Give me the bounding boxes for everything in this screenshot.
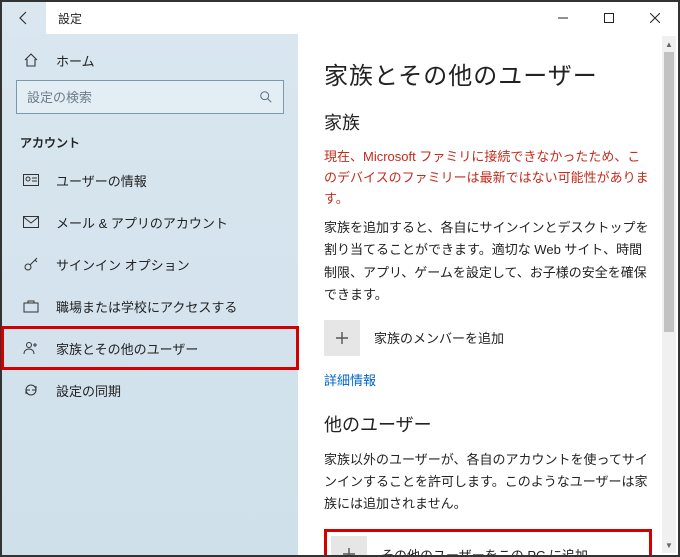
search-box[interactable] (16, 80, 284, 114)
page-title: 家族とその他のユーザー (324, 56, 652, 91)
scroll-down-arrow-icon[interactable]: ▼ (662, 537, 676, 553)
others-description-text: 家族以外のユーザーが、各自のアカウントを使ってサインインすることを許可します。こ… (324, 449, 652, 515)
add-family-label: 家族のメンバーを追加 (374, 328, 504, 347)
mail-icon (20, 216, 42, 228)
nav-label: メール & アプリのアカウント (42, 213, 228, 232)
family-more-info-link[interactable]: 詳細情報 (324, 370, 376, 389)
nav-item-sync-settings[interactable]: 設定の同期 (2, 369, 298, 411)
family-description-text: 家族を追加すると、各自にサインインとデスクトップを割り当てることができます。適切… (324, 217, 652, 305)
plus-icon (331, 536, 367, 555)
maximize-button[interactable] (586, 2, 632, 34)
search-icon (259, 90, 273, 104)
family-heading: 家族 (324, 109, 652, 135)
home-icon (20, 52, 42, 68)
nav-label: 家族とその他のユーザー (42, 339, 198, 358)
user-card-icon (20, 173, 42, 187)
close-icon (650, 13, 660, 23)
close-button[interactable] (632, 2, 678, 34)
nav-item-work-school[interactable]: 職場または学校にアクセスする (2, 285, 298, 327)
scrollbar-thumb[interactable] (664, 52, 674, 332)
titlebar: 設定 (2, 2, 678, 34)
add-other-user-button[interactable]: その他のユーザーをこの PC に追加 (324, 529, 652, 555)
nav-item-family-users[interactable]: 家族とその他のユーザー (2, 327, 298, 369)
minimize-button[interactable] (540, 2, 586, 34)
nav-label: 職場または学校にアクセスする (42, 297, 237, 316)
family-warning-text: 現在、Microsoft ファミリに接続できなかったため、このデバイスのファミリ… (324, 147, 652, 209)
maximize-icon (604, 13, 614, 23)
key-icon (20, 256, 42, 272)
others-heading: 他のユーザー (324, 411, 652, 437)
window-title: 設定 (46, 10, 82, 27)
home-nav[interactable]: ホーム (2, 40, 298, 80)
people-icon (20, 341, 42, 355)
nav-item-email-accounts[interactable]: メール & アプリのアカウント (2, 201, 298, 243)
vertical-scrollbar[interactable]: ▲ ▼ (662, 36, 676, 553)
search-input[interactable] (17, 81, 249, 113)
add-family-member-button[interactable]: 家族のメンバーを追加 (324, 320, 652, 356)
briefcase-icon (20, 299, 42, 313)
sidebar: ホーム アカウント ユーザーの情報 (2, 34, 298, 555)
search-button[interactable] (249, 81, 283, 113)
minimize-icon (558, 13, 568, 23)
home-label: ホーム (42, 51, 95, 70)
arrow-left-icon (16, 10, 32, 26)
back-button[interactable] (2, 2, 46, 34)
sidebar-section-header: アカウント (2, 124, 298, 159)
scroll-up-arrow-icon[interactable]: ▲ (662, 36, 676, 52)
nav-label: 設定の同期 (42, 381, 121, 400)
nav-item-user-info[interactable]: ユーザーの情報 (2, 159, 298, 201)
nav-label: ユーザーの情報 (42, 171, 147, 190)
plus-icon (324, 320, 360, 356)
nav-label: サインイン オプション (42, 255, 190, 274)
content-pane: 家族とその他のユーザー 家族 現在、Microsoft ファミリに接続できなかっ… (298, 34, 678, 555)
add-other-label: その他のユーザーをこの PC に追加 (381, 545, 588, 555)
scrollbar-track[interactable] (662, 52, 676, 537)
nav-item-signin-options[interactable]: サインイン オプション (2, 243, 298, 285)
sync-icon (20, 382, 42, 398)
